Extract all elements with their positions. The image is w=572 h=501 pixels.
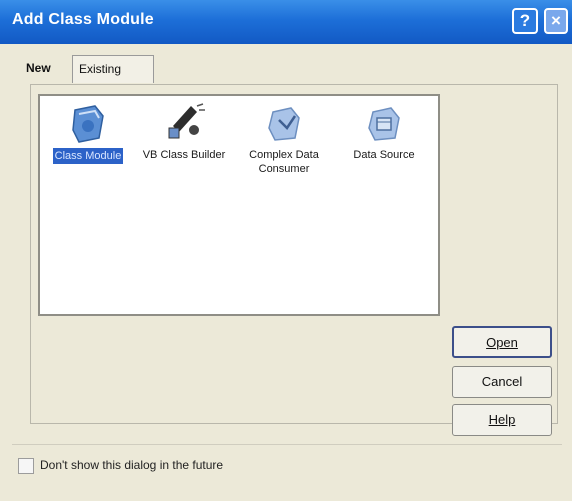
complex-data-consumer-icon <box>268 107 300 141</box>
help-button[interactable]: Help <box>452 404 552 436</box>
title-bar[interactable]: Add Class Module ? × <box>0 0 572 44</box>
data-source-icon <box>368 107 400 141</box>
help-button-label: Help <box>488 412 516 427</box>
list-item-complex-data-consumer[interactable]: Complex Data Consumer <box>236 102 332 176</box>
window-title: Add Class Module <box>12 11 154 28</box>
help-title-button[interactable]: ? <box>512 8 538 34</box>
close-icon: × <box>551 11 561 30</box>
tab-existing-label: Existing <box>79 62 122 76</box>
dont-show-again-label[interactable]: Don't show this dialog in the future <box>40 458 223 472</box>
divider <box>12 444 562 445</box>
open-button[interactable]: Open <box>452 326 552 358</box>
cancel-button[interactable]: Cancel <box>452 366 552 398</box>
list-item-data-source[interactable]: Data Source <box>336 102 432 162</box>
cancel-button-label: Cancel <box>481 374 523 389</box>
list-item-vb-class-builder[interactable]: VB Class Builder <box>136 102 232 162</box>
class-module-icon <box>72 105 104 143</box>
vb-class-builder-icon <box>168 103 205 139</box>
template-list[interactable]: Class Module VB Class Builder Complex Da… <box>38 94 440 316</box>
item-label: Complex Data Consumer <box>249 149 319 175</box>
tab-existing[interactable]: Existing <box>72 55 154 83</box>
help-icon: ? <box>519 11 531 30</box>
tab-new[interactable]: New <box>20 55 68 83</box>
tab-new-label: New <box>26 61 51 75</box>
item-label: Class Module <box>52 148 124 164</box>
close-button[interactable]: × <box>544 8 568 34</box>
add-class-module-dialog: Add Class Module ? × New Existing Class … <box>0 0 572 501</box>
item-label: Data Source <box>353 149 415 161</box>
dont-show-again-checkbox[interactable] <box>18 458 34 474</box>
item-label: VB Class Builder <box>142 149 226 161</box>
open-button-label: Open <box>486 335 518 350</box>
list-item-class-module[interactable]: Class Module <box>40 102 136 164</box>
